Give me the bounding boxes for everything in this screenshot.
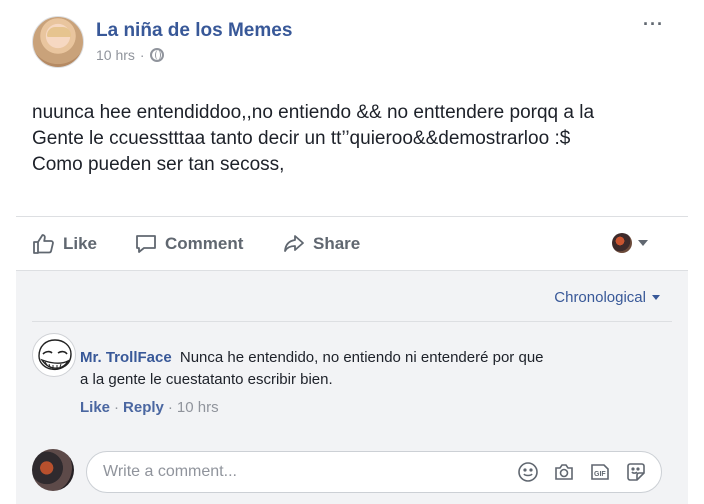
sticker-icon[interactable] — [625, 461, 647, 483]
page-avatar[interactable] — [32, 16, 84, 68]
more-icon[interactable]: ··· — [643, 14, 664, 35]
action-bar: Like Comment Share — [0, 217, 704, 270]
post-time[interactable]: 10 hrs — [96, 47, 135, 63]
like-icon — [33, 234, 54, 254]
comment-reply-link[interactable]: Reply — [123, 399, 164, 416]
comment-icon — [136, 235, 156, 253]
comment-time[interactable]: 10 hrs — [177, 399, 219, 416]
share-icon — [284, 235, 304, 252]
composer-icons: GIF — [517, 461, 647, 483]
comment-actions: Like · Reply · 10 hrs — [80, 399, 219, 416]
emoji-icon[interactable] — [517, 461, 539, 483]
post-meta: 10 hrs · — [96, 47, 164, 63]
comment-avatar[interactable] — [32, 333, 76, 377]
reaction-audience-picker[interactable] — [612, 233, 648, 253]
share-button[interactable]: Share — [282, 232, 360, 256]
trollface-icon — [38, 339, 72, 371]
comment-button[interactable]: Comment — [134, 232, 243, 256]
comment-author[interactable]: Mr. TrollFace — [80, 349, 172, 366]
comments-area: Chronological Mr. TrollFace Nunca he ent… — [16, 270, 688, 504]
comment-body: Mr. TrollFace Nunca he entendido, no ent… — [80, 347, 640, 391]
camera-icon[interactable] — [553, 461, 575, 483]
svg-text:GIF: GIF — [594, 471, 606, 478]
viewer-avatar — [612, 233, 632, 253]
globe-icon — [149, 48, 164, 62]
comment-text-line1: Nunca he entendido, no entiendo ni enten… — [179, 349, 544, 366]
post-text-line: Gente le ccuesstttaa tanto decir un tt’’… — [32, 128, 571, 149]
comment-composer: GIF — [86, 451, 662, 493]
post-text-line: nuunca hee entendiddoo,,no entiendo && n… — [32, 102, 595, 123]
comment-input[interactable] — [103, 452, 503, 492]
comment-label: Comment — [165, 234, 244, 253]
page-name[interactable]: La niña de los Memes — [96, 20, 292, 42]
sort-dropdown[interactable]: Chronological — [554, 289, 660, 306]
sort-divider — [32, 321, 672, 322]
chevron-down-icon — [652, 295, 660, 300]
comment-like-link[interactable]: Like — [80, 399, 110, 416]
comment-sep: · — [167, 399, 173, 416]
share-label: Share — [313, 234, 361, 253]
post-text: nuunca hee entendiddoo,,no entiendo && n… — [32, 100, 682, 178]
like-label: Like — [63, 234, 98, 253]
post-text-line: Como pueden ser tan secoss, — [32, 154, 285, 175]
like-button[interactable]: Like — [32, 232, 97, 256]
meta-separator: · — [139, 47, 145, 63]
comment-text-line2: a la gente le cuestatanto escribir bien. — [80, 371, 333, 388]
sort-label: Chronological — [554, 289, 646, 306]
post-header: La niña de los Memes 10 hrs · ··· — [0, 0, 704, 80]
caret-down-icon — [638, 240, 648, 246]
composer-avatar — [32, 449, 74, 491]
gif-icon[interactable]: GIF — [589, 461, 611, 483]
comment-sep: · — [114, 399, 120, 416]
